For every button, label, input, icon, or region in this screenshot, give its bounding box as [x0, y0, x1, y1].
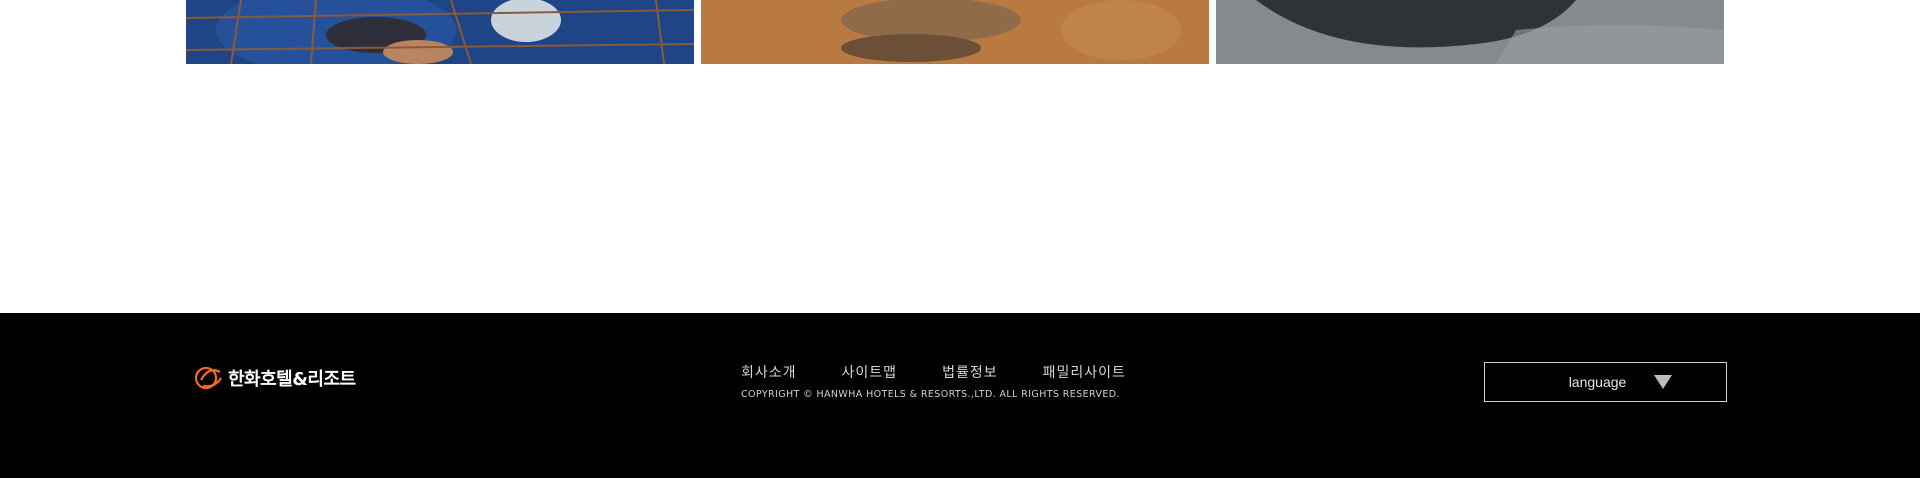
footer-links: 회사소개 사이트맵 법률정보 패밀리사이트: [741, 362, 1171, 382]
gallery-photo-diver-cage[interactable]: [186, 0, 694, 64]
sea-turtle-image: [701, 0, 1209, 64]
diver-cage-image: [186, 0, 694, 64]
link-company-intro[interactable]: 회사소개: [741, 362, 797, 382]
photo-gallery: [186, 0, 1725, 64]
brand-logo[interactable]: 한화호텔&리조트: [193, 362, 356, 394]
site-footer: 한화호텔&리조트 회사소개 사이트맵 법률정보 패밀리사이트 COPYRIGHT…: [0, 313, 1920, 478]
stingray-image: [1216, 0, 1724, 64]
link-sitemap[interactable]: 사이트맵: [842, 362, 898, 382]
link-legal-info[interactable]: 법률정보: [942, 362, 998, 382]
language-select[interactable]: language: [1484, 362, 1727, 402]
language-label: language: [1568, 374, 1627, 390]
gallery-photo-sea-turtle[interactable]: [701, 0, 1209, 64]
logo-text: 한화호텔&리조트: [228, 369, 356, 390]
copyright-text: COPYRIGHT © HANWHA HOTELS & RESORTS.,LTD…: [741, 389, 1120, 400]
gallery-photo-stingray[interactable]: [1216, 0, 1724, 64]
dropdown-arrow-icon: [1654, 375, 1673, 389]
link-family-sites[interactable]: 패밀리사이트: [1043, 362, 1126, 382]
hanwha-logo-icon: [194, 366, 222, 390]
